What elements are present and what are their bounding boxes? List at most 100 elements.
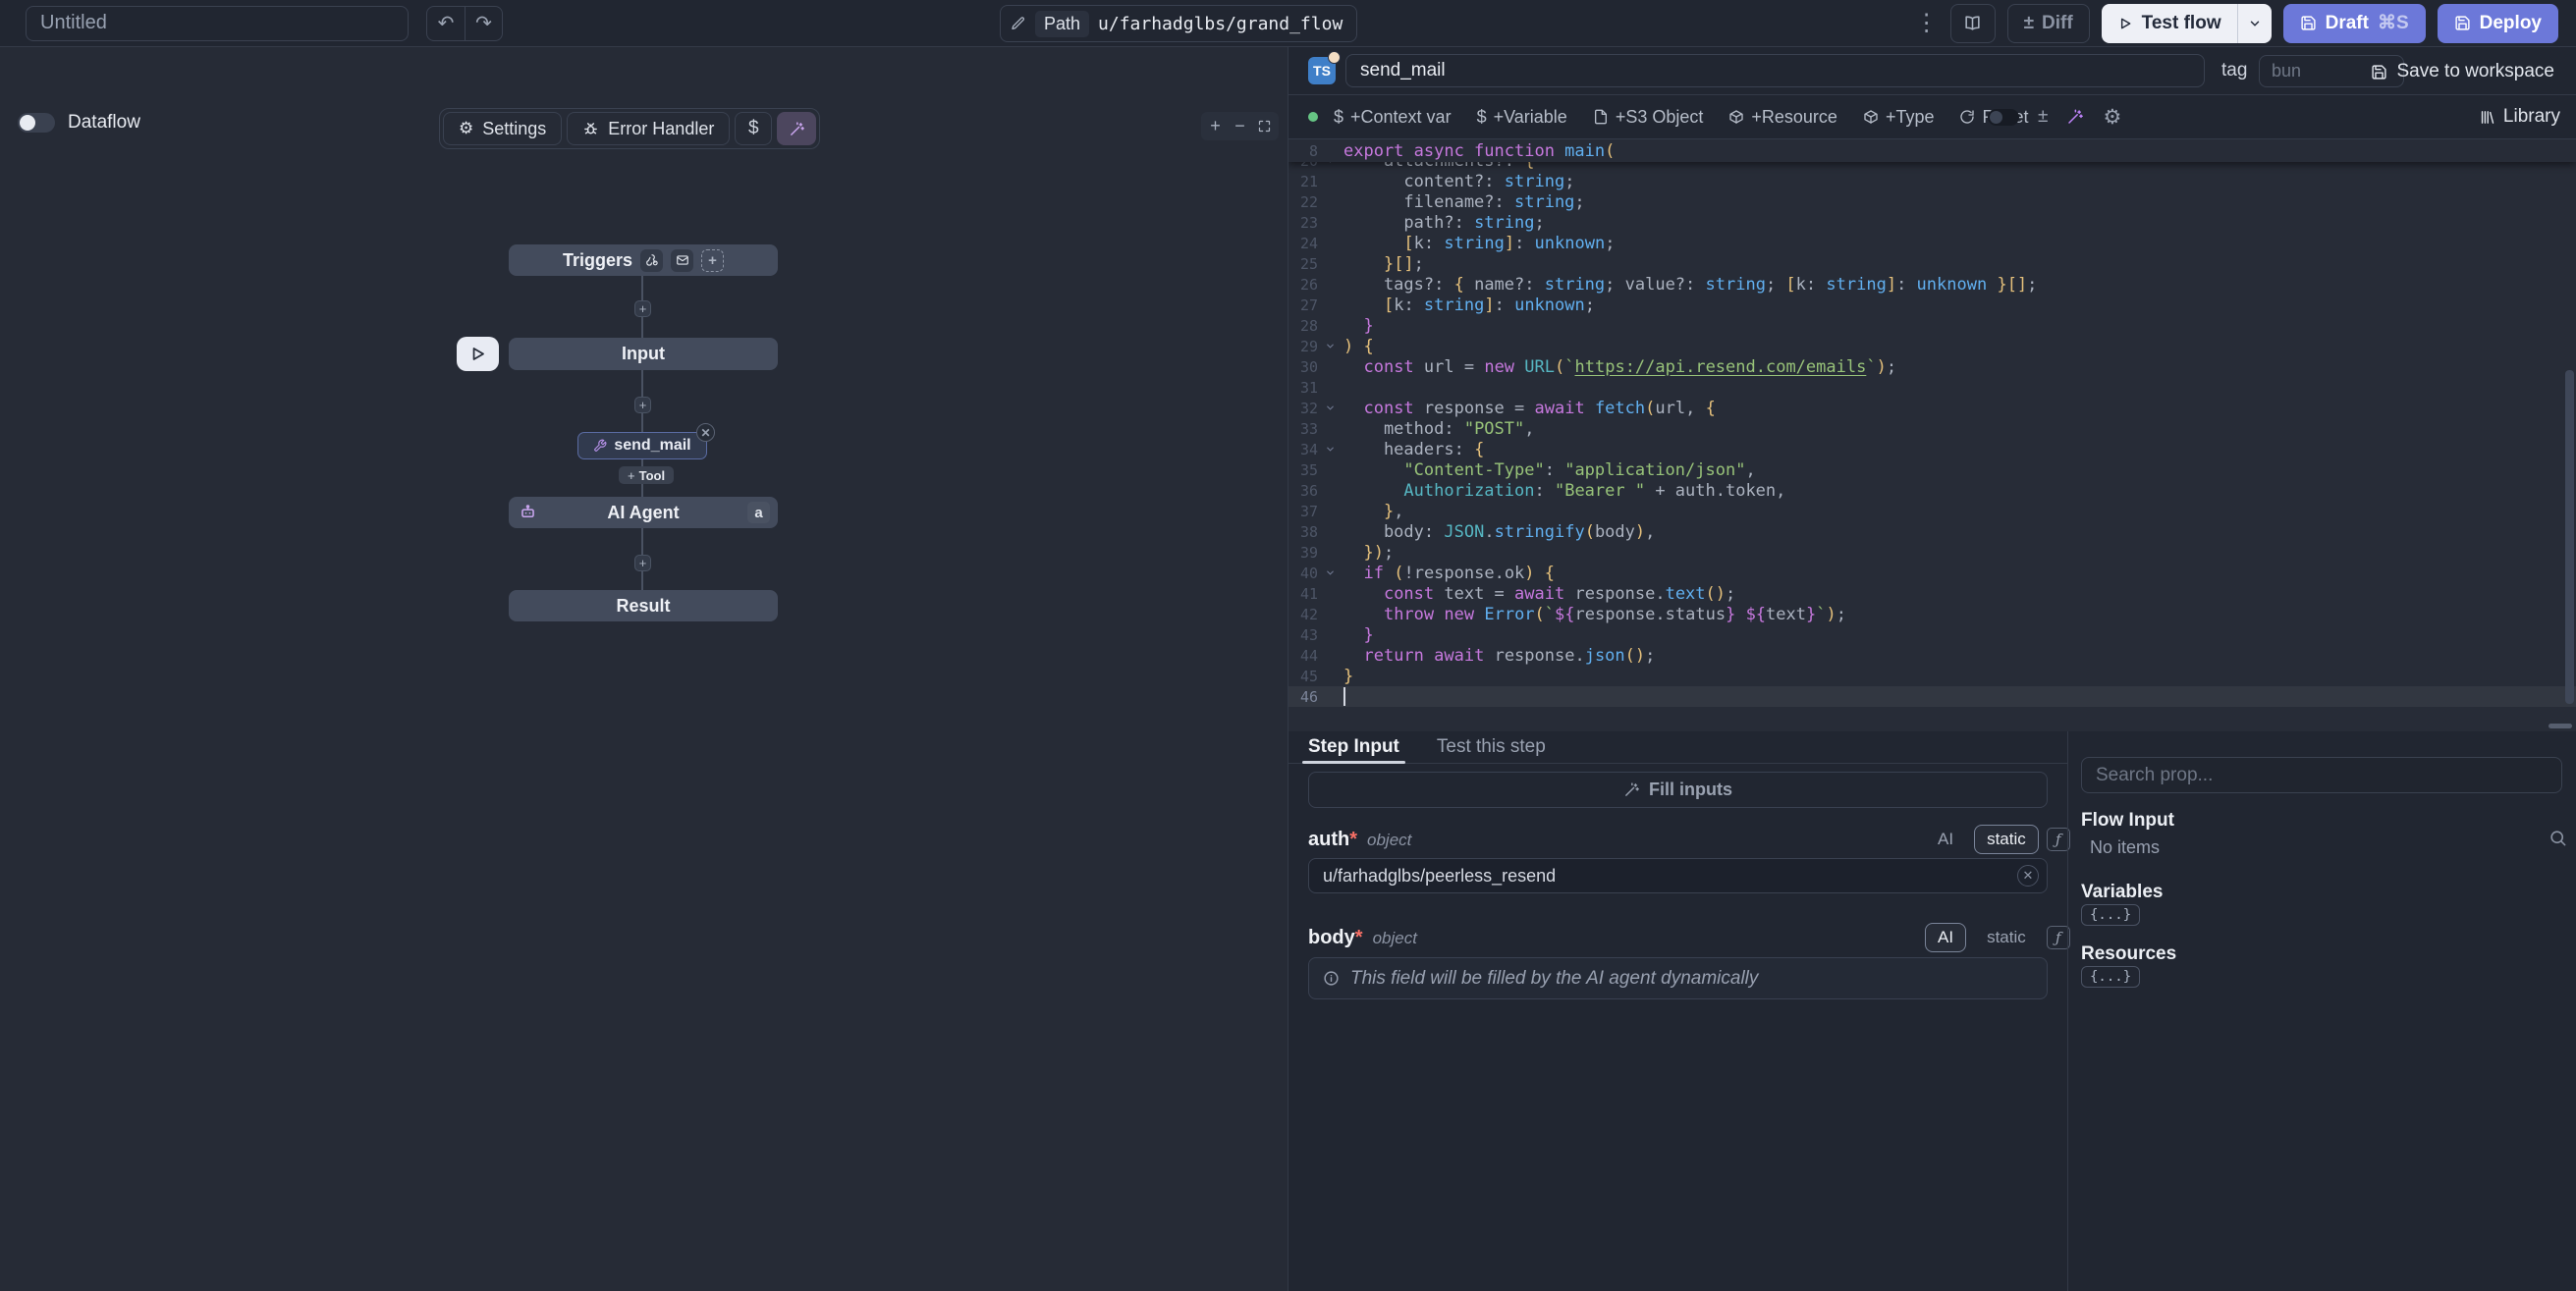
code-line[interactable]: 34 headers: { xyxy=(1288,439,2576,459)
diff-button[interactable]: ± Diff xyxy=(2007,4,2090,43)
deploy-button[interactable]: Deploy xyxy=(2438,4,2558,43)
flow-name-input[interactable] xyxy=(26,6,409,41)
add-tool-button[interactable]: + Tool xyxy=(619,466,674,484)
email-trigger-icon[interactable] xyxy=(671,249,693,272)
node-result[interactable]: Result xyxy=(509,590,778,621)
code-line[interactable]: 22 filename?: string; xyxy=(1288,191,2576,212)
tab-step-input[interactable]: Step Input xyxy=(1308,731,1399,764)
fill-inputs-button[interactable]: Fill inputs xyxy=(1308,772,2048,808)
auth-mode-static-button[interactable]: static xyxy=(1974,825,2039,854)
code-line[interactable]: 33 method: "POST", xyxy=(1288,418,2576,439)
code-line[interactable]: 29) { xyxy=(1288,336,2576,356)
zoom-out-button[interactable]: − xyxy=(1228,114,1252,138)
code-line[interactable]: 43 } xyxy=(1288,624,2576,645)
editor-settings-button[interactable]: ⚙ xyxy=(2103,105,2121,130)
code-line[interactable]: 21 content?: string; xyxy=(1288,171,2576,191)
auth-value-input[interactable] xyxy=(1308,858,2048,893)
node-ai-agent[interactable]: AI Agent a xyxy=(509,497,778,528)
zoom-in-button[interactable]: + xyxy=(1203,114,1228,138)
code-line[interactable]: 35 "Content-Type": "application/json", xyxy=(1288,459,2576,480)
insert-step-button[interactable]: + xyxy=(634,300,651,317)
editor-horizontal-scrollbar[interactable] xyxy=(2549,724,2572,728)
tab-test-this-step[interactable]: Test this step xyxy=(1437,731,1546,764)
code-line[interactable]: 44 return await response.json(); xyxy=(1288,645,2576,666)
code-editor[interactable]: 20 attachments?: {21 content?: string;22… xyxy=(1288,139,2576,731)
search-icon[interactable] xyxy=(2549,829,2567,847)
test-flow-dropdown-button[interactable] xyxy=(2238,17,2272,30)
code-line[interactable]: 39 }); xyxy=(1288,542,2576,563)
run-flow-button[interactable] xyxy=(457,337,499,371)
code-line[interactable]: 32 const response = await fetch(url, { xyxy=(1288,398,2576,418)
robot-icon xyxy=(519,503,537,521)
agent-assignment-badge[interactable]: a xyxy=(747,502,770,523)
remove-tool-button[interactable]: ✕ xyxy=(696,423,715,442)
flow-canvas[interactable]: Dataflow ⚙ Settings Error Handler $ xyxy=(0,47,1288,1291)
settings-button[interactable]: ⚙ Settings xyxy=(443,112,562,145)
test-flow-button[interactable]: Test flow xyxy=(2102,4,2272,43)
code-line[interactable]: 27 [k: string]: unknown; xyxy=(1288,295,2576,315)
code-line[interactable]: 46 xyxy=(1288,686,2576,707)
toolbar-context-var[interactable]: $+Context var xyxy=(1334,107,1452,128)
code-line[interactable]: 25 }[]; xyxy=(1288,253,2576,274)
webhook-trigger-icon[interactable] xyxy=(640,249,663,272)
code-line[interactable]: 30 const url = new URL(`https://api.rese… xyxy=(1288,356,2576,377)
error-handler-button[interactable]: Error Handler xyxy=(567,112,730,145)
code-line[interactable]: 37 }, xyxy=(1288,501,2576,521)
code-line[interactable]: 38 body: JSON.stringify(body), xyxy=(1288,521,2576,542)
fold-chevron-icon[interactable] xyxy=(1318,403,1342,413)
docs-button[interactable] xyxy=(1950,4,1996,43)
prop-search-input[interactable] xyxy=(2081,757,2562,793)
code-line[interactable]: 40 if (!response.ok) { xyxy=(1288,563,2576,583)
flow-path-chip[interactable]: Path u/farhadglbs/grand_flow xyxy=(1000,5,1357,42)
code-line[interactable]: 42 throw new Error(`${response.status} $… xyxy=(1288,604,2576,624)
toolbar-variable[interactable]: $+Variable xyxy=(1477,107,1567,128)
node-send-mail[interactable]: send_mail ✕ xyxy=(577,432,707,459)
editor-toolbar-right: ± ⚙ xyxy=(1988,105,2121,130)
add-trigger-button[interactable]: + xyxy=(701,249,724,272)
save-to-workspace-button[interactable]: Save to workspace xyxy=(2371,57,2554,86)
plus-minus-button[interactable]: ± xyxy=(2038,106,2048,128)
code-line[interactable]: 28 } xyxy=(1288,315,2576,336)
library-button[interactable]: Library xyxy=(2479,106,2560,128)
code-line[interactable]: 36 Authorization: "Bearer " + auth.token… xyxy=(1288,480,2576,501)
code-line[interactable]: 24 [k: string]: unknown; xyxy=(1288,233,2576,253)
code-line[interactable]: 41 const text = await response.text(); xyxy=(1288,583,2576,604)
fold-chevron-icon[interactable] xyxy=(1318,567,1342,578)
insert-step-button[interactable]: + xyxy=(634,397,651,413)
code-link[interactable]: https://api.resend.com/emails xyxy=(1575,357,1867,377)
redo-button[interactable]: ↷ xyxy=(465,7,502,40)
editor-mini-toggle[interactable] xyxy=(1988,109,2019,126)
file-icon xyxy=(1593,109,1609,125)
dollar-button[interactable]: $ xyxy=(735,112,772,145)
dataflow-toggle[interactable] xyxy=(18,113,55,133)
body-mode-ai-button[interactable]: AI xyxy=(1925,923,1966,952)
node-triggers[interactable]: Triggers + xyxy=(509,244,778,276)
fit-view-button[interactable] xyxy=(1252,114,1277,138)
text-cursor xyxy=(1343,687,1345,706)
more-menu-button[interactable]: ⋮ xyxy=(1915,9,1939,37)
toolbar-type[interactable]: +Type xyxy=(1863,107,1935,128)
node-input[interactable]: Input xyxy=(509,338,778,370)
fold-chevron-icon[interactable] xyxy=(1318,444,1342,455)
undo-button[interactable]: ↶ xyxy=(427,7,465,40)
sticky-scope-line[interactable]: 8export async function main( xyxy=(1288,139,2576,162)
editor-vertical-scrollbar[interactable] xyxy=(2565,370,2574,704)
code-line[interactable]: 31 xyxy=(1288,377,2576,398)
line-number: 28 xyxy=(1288,317,1318,335)
code-line[interactable]: 23 path?: string; xyxy=(1288,212,2576,233)
resources-object-pill[interactable]: {...} xyxy=(2081,966,2140,988)
auth-mode-ai-button[interactable]: AI xyxy=(1925,825,1966,854)
toolbar-resource[interactable]: +Resource xyxy=(1728,107,1837,128)
ai-assistant-wand-button[interactable] xyxy=(2066,108,2084,126)
code-line[interactable]: 26 tags?: { name?: string; value?: strin… xyxy=(1288,274,2576,295)
auth-clear-button[interactable]: ✕ xyxy=(2017,865,2039,887)
variables-object-pill[interactable]: {...} xyxy=(2081,904,2140,926)
code-line[interactable]: 45} xyxy=(1288,666,2576,686)
body-mode-static-button[interactable]: static xyxy=(1974,923,2039,952)
insert-step-button[interactable]: + xyxy=(634,555,651,571)
step-name-input[interactable] xyxy=(1345,54,2205,87)
draft-button[interactable]: Draft ⌘S xyxy=(2283,4,2426,43)
fold-chevron-icon[interactable] xyxy=(1318,341,1342,351)
ai-wand-button[interactable] xyxy=(777,112,816,145)
toolbar-s3-object[interactable]: +S3 Object xyxy=(1593,107,1704,128)
